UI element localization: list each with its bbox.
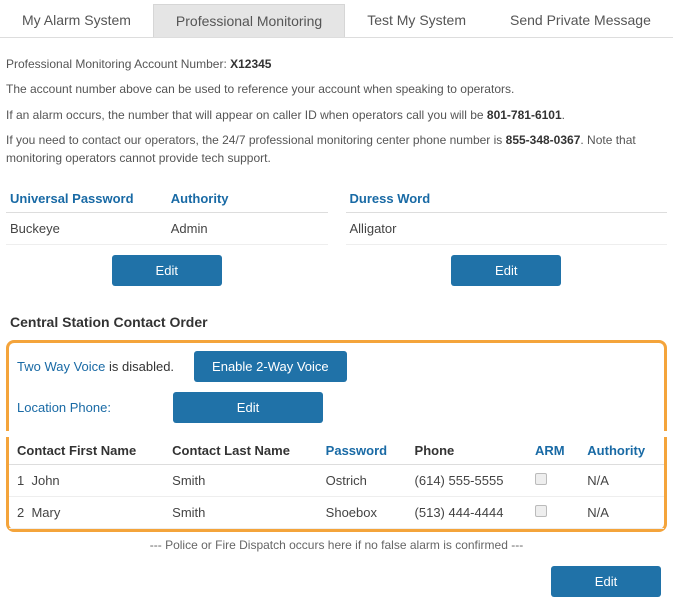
header-authority: Authority bbox=[167, 185, 328, 212]
location-phone-label[interactable]: Location Phone: bbox=[17, 400, 153, 415]
cell-authority: N/A bbox=[579, 464, 664, 496]
row-index: 2 bbox=[17, 505, 24, 520]
cell-phone: (614) 555-5555 bbox=[407, 464, 527, 496]
cell-password: Ostrich bbox=[318, 464, 407, 496]
account-number-value: X12345 bbox=[230, 57, 271, 71]
value-duress-word: Alligator bbox=[346, 213, 668, 244]
header-duress-word: Duress Word bbox=[346, 185, 668, 212]
row-first-name: Mary bbox=[31, 505, 60, 520]
col-authority: Authority bbox=[579, 437, 664, 465]
tab-professional-monitoring[interactable]: Professional Monitoring bbox=[153, 4, 345, 37]
cell-last: Smith bbox=[164, 464, 318, 496]
value-universal-password: Buckeye bbox=[6, 213, 167, 244]
card-password-authority: Universal Password Authority Buckeye Adm… bbox=[6, 185, 328, 286]
contacts-box: Contact First Name Contact Last Name Pas… bbox=[6, 437, 667, 532]
blurb-center-phone-pre: If you need to contact our operators, th… bbox=[6, 133, 506, 147]
tab-test-my-system[interactable]: Test My System bbox=[345, 4, 488, 37]
col-password: Password bbox=[318, 437, 407, 465]
account-number-line: Professional Monitoring Account Number: … bbox=[6, 56, 667, 73]
account-number-prefix: Professional Monitoring Account Number: bbox=[6, 57, 230, 71]
arm-checkbox[interactable] bbox=[535, 505, 547, 517]
header-universal-password: Universal Password bbox=[6, 185, 167, 212]
cell-phone: (513) 444-4444 bbox=[407, 496, 527, 528]
col-contact-first-name: Contact First Name bbox=[9, 437, 164, 465]
cell-last: Smith bbox=[164, 496, 318, 528]
blurb-callerid-number: 801-781-6101 bbox=[487, 108, 562, 122]
two-way-voice-link[interactable]: Two Way Voice bbox=[17, 359, 105, 374]
tab-send-private-message[interactable]: Send Private Message bbox=[488, 4, 673, 37]
cell-arm bbox=[527, 464, 579, 496]
edit-password-button[interactable]: Edit bbox=[112, 255, 222, 286]
blurb-callerid: If an alarm occurs, the number that will… bbox=[6, 107, 667, 124]
cell-authority: N/A bbox=[579, 496, 664, 528]
edit-contacts-button[interactable]: Edit bbox=[551, 566, 661, 597]
contacts-table: Contact First Name Contact Last Name Pas… bbox=[9, 437, 664, 529]
blurb-center-phone-number: 855-348-0367 bbox=[506, 133, 581, 147]
section-title-contact-order: Central Station Contact Order bbox=[10, 314, 663, 330]
voice-location-box: Two Way Voice is disabled. Enable 2-Way … bbox=[6, 340, 667, 431]
col-contact-last-name: Contact Last Name bbox=[164, 437, 318, 465]
row-first-name: John bbox=[31, 473, 59, 488]
blurb-callerid-pre: If an alarm occurs, the number that will… bbox=[6, 108, 487, 122]
two-way-voice-state: is disabled. bbox=[105, 359, 174, 374]
table-row: 2 Mary Smith Shoebox (513) 444-4444 N/A bbox=[9, 496, 664, 528]
edit-location-phone-button[interactable]: Edit bbox=[173, 392, 323, 423]
cell-idx-first: 2 Mary bbox=[9, 496, 164, 528]
info-cards: Universal Password Authority Buckeye Adm… bbox=[6, 185, 667, 286]
table-row: 1 John Smith Ostrich (614) 555-5555 N/A bbox=[9, 464, 664, 496]
enable-two-way-voice-button[interactable]: Enable 2-Way Voice bbox=[194, 351, 347, 382]
value-authority: Admin bbox=[167, 213, 328, 244]
blurb-center-phone: If you need to contact our operators, th… bbox=[6, 132, 667, 167]
col-phone: Phone bbox=[407, 437, 527, 465]
blurb-reference: The account number above can be used to … bbox=[6, 81, 667, 98]
dispatch-note: --- Police or Fire Dispatch occurs here … bbox=[6, 532, 667, 552]
card-duress: Duress Word Alligator Edit bbox=[346, 185, 668, 286]
cell-arm bbox=[527, 496, 579, 528]
col-arm: ARM bbox=[527, 437, 579, 465]
cell-password: Shoebox bbox=[318, 496, 407, 528]
cell-idx-first: 1 John bbox=[9, 464, 164, 496]
row-index: 1 bbox=[17, 473, 24, 488]
tab-my-alarm-system[interactable]: My Alarm System bbox=[0, 4, 153, 37]
arm-checkbox[interactable] bbox=[535, 473, 547, 485]
page-content: Professional Monitoring Account Number: … bbox=[0, 38, 673, 615]
edit-duress-button[interactable]: Edit bbox=[451, 255, 561, 286]
tabs: My Alarm System Professional Monitoring … bbox=[0, 0, 673, 38]
blurb-callerid-post: . bbox=[562, 108, 565, 122]
